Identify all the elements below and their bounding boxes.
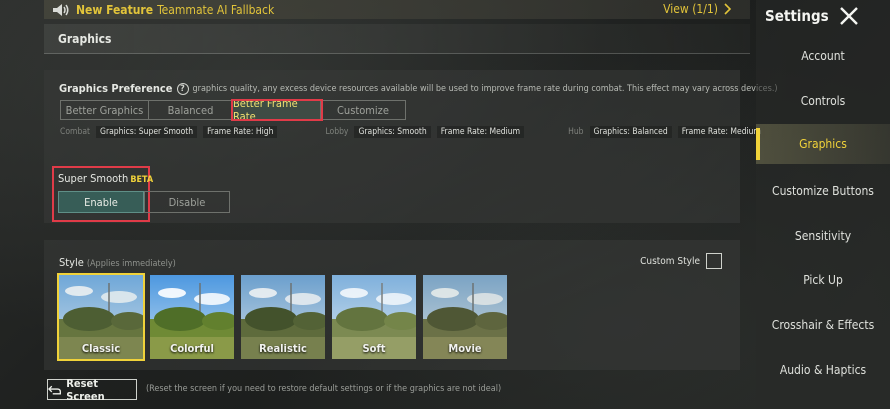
- graphics-preference-panel: Graphics Preference ? graphics quality, …: [44, 70, 778, 223]
- style-option-classic[interactable]: Classic: [57, 273, 145, 361]
- undo-icon: [48, 385, 61, 394]
- stat-category-lobby: Lobby: [325, 127, 349, 137]
- enable-button[interactable]: Enable: [58, 191, 144, 213]
- settings-title: Settings: [765, 7, 829, 25]
- style-option-movie[interactable]: Movie: [423, 275, 507, 359]
- super-smooth-label: Super Smooth: [58, 172, 129, 185]
- sidebar-item-pick-up[interactable]: Pick Up: [756, 260, 890, 300]
- preference-option-balanced[interactable]: Balanced: [149, 101, 233, 119]
- style-classic-label: Classic: [81, 342, 121, 355]
- style-realistic-label: Realistic: [259, 342, 307, 355]
- stat-framerate-lobby: Frame Rate: Medium: [436, 126, 525, 138]
- page-title: Graphics: [58, 31, 112, 46]
- preference-option-customize[interactable]: Customize: [321, 101, 405, 119]
- game-settings-screen: New Feature Teammate AI Fallback View (1…: [0, 0, 890, 409]
- style-label-row: Style (Applies immediately): [59, 256, 176, 269]
- chevron-right-icon: [724, 3, 732, 15]
- reset-screen-label: Reset Screen: [66, 376, 105, 403]
- stat-category-combat: Combat: [60, 127, 91, 137]
- notice-text: Teammate AI Fallback: [157, 2, 275, 17]
- disable-button[interactable]: Disable: [144, 191, 230, 213]
- sidebar-item-crosshair-effects[interactable]: Crosshair & Effects: [756, 305, 890, 345]
- preference-label-row: Graphics Preference ? graphics quality, …: [59, 82, 778, 95]
- settings-title-row: Settings: [765, 6, 859, 26]
- notice-bar[interactable]: New Feature Teammate AI Fallback View (1…: [44, 0, 750, 19]
- notice-view-label: View (1/1): [663, 2, 718, 16]
- close-icon[interactable]: [839, 6, 859, 26]
- style-label: Style: [59, 256, 84, 269]
- custom-style-toggle[interactable]: Custom Style: [640, 253, 722, 269]
- stat-graphics-hub: Graphics: Balanced: [589, 126, 672, 138]
- preference-option-better-graphics[interactable]: Better Graphics: [61, 101, 149, 119]
- custom-style-label: Custom Style: [640, 255, 700, 267]
- reset-note: (Reset the screen if you need to restore…: [146, 384, 502, 394]
- style-option-realistic[interactable]: Realistic: [241, 275, 325, 359]
- preference-stats: Combat Graphics: Super Smooth Frame Rate…: [60, 126, 771, 138]
- sidebar-item-customize-buttons[interactable]: Customize Buttons: [756, 171, 890, 211]
- sidebar-item-graphics[interactable]: Graphics: [756, 124, 890, 164]
- section-header: Graphics: [44, 24, 750, 54]
- preference-description: graphics quality, any excess device reso…: [192, 83, 778, 94]
- sidebar-item-account[interactable]: Account: [756, 36, 890, 76]
- custom-style-checkbox[interactable]: [706, 253, 722, 269]
- style-panel: Style(Applies immediately) Custom Style: [44, 240, 740, 370]
- reset-screen-button[interactable]: Reset Screen: [47, 376, 137, 403]
- stat-framerate-combat: Frame Rate: High: [203, 126, 278, 138]
- stat-graphics-combat: Graphics: Super Smooth: [96, 126, 198, 138]
- preference-segmented-control: Better Graphics Balanced Better Frame Ra…: [60, 97, 406, 123]
- beta-badge: BETA: [130, 175, 154, 185]
- speaker-icon: [52, 3, 70, 17]
- style-option-soft[interactable]: Soft: [332, 275, 416, 359]
- sidebar-item-audio-haptics[interactable]: Audio & Haptics: [756, 350, 890, 390]
- style-colorful-label: Colorful: [170, 342, 214, 355]
- sidebar-item-sensitivity[interactable]: Sensitivity: [756, 216, 890, 256]
- stat-framerate-hub: Frame Rate: Medium: [677, 126, 765, 138]
- preference-option-better-frame-rate[interactable]: Better Frame Rate: [231, 97, 323, 123]
- stat-category-hub: Hub: [568, 127, 584, 137]
- super-smooth-label-row: Super Smooth BETA: [58, 172, 153, 185]
- style-thumbnails: Classic Colorful Realistic Soft Movie: [57, 273, 507, 361]
- notice-view-link[interactable]: View (1/1): [663, 2, 732, 16]
- settings-sidebar: Settings Account Controls Graphics Custo…: [756, 0, 890, 409]
- style-option-colorful[interactable]: Colorful: [150, 275, 234, 359]
- style-soft-label: Soft: [362, 342, 386, 355]
- style-note: (Applies immediately): [86, 259, 176, 269]
- notice-feature-label: New Feature: [76, 2, 154, 17]
- sidebar-item-controls[interactable]: Controls: [756, 81, 890, 121]
- style-movie-label: Movie: [448, 342, 482, 355]
- stat-graphics-lobby: Graphics: Smooth: [354, 126, 431, 138]
- preference-label: Graphics Preference: [59, 82, 173, 95]
- help-icon[interactable]: ?: [176, 82, 189, 95]
